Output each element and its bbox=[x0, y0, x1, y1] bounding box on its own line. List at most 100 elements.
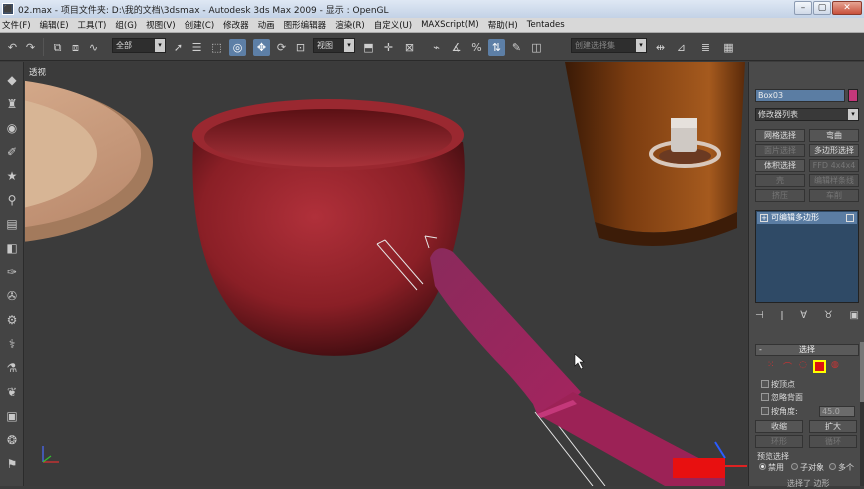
vertex-level-icon[interactable]: ⁙ bbox=[767, 360, 779, 372]
menu-rendering[interactable]: 渲染(R) bbox=[335, 19, 365, 31]
leaf-icon[interactable]: ❦ bbox=[3, 384, 21, 400]
link-icon[interactable]: ⚲ bbox=[3, 192, 21, 208]
menu-graph-editors[interactable]: 图形编辑器 bbox=[284, 19, 327, 31]
grow-button[interactable]: 扩大 bbox=[809, 420, 857, 433]
menu-customize[interactable]: 自定义(U) bbox=[374, 19, 412, 31]
stack-item-editable-poly[interactable]: + 可编辑多边形 bbox=[757, 212, 857, 224]
expand-icon[interactable]: + bbox=[760, 214, 768, 222]
menu-tentades[interactable]: Tentades bbox=[527, 20, 565, 30]
select-and-rotate-icon[interactable]: ⟳ bbox=[273, 39, 290, 56]
remove-modifier-icon[interactable]: ♉ bbox=[824, 310, 833, 326]
menu-animation[interactable]: 动画 bbox=[258, 19, 275, 31]
collapse-icon[interactable]: - bbox=[759, 345, 762, 355]
bucket-icon[interactable]: ♜ bbox=[3, 96, 21, 112]
bind-space-warp-icon[interactable]: ∿ bbox=[85, 39, 102, 56]
viewport-label[interactable]: 透视 bbox=[29, 66, 46, 78]
loop-button[interactable]: 循环 bbox=[809, 435, 857, 448]
ignore-backfacing-checkbox[interactable] bbox=[761, 393, 769, 401]
vol-select-button[interactable]: 体积选择 bbox=[755, 159, 805, 172]
curve-editor-icon[interactable]: ▦ bbox=[720, 39, 737, 56]
unlink-icon[interactable]: ⧈ bbox=[67, 39, 84, 56]
selection-filter-dropdown[interactable]: 全部 ▾ bbox=[112, 38, 166, 53]
preview-off-radio[interactable] bbox=[759, 463, 766, 470]
flask-icon[interactable]: ⚗ bbox=[3, 360, 21, 376]
bend-button[interactable]: 弯曲 bbox=[809, 129, 859, 142]
tag-icon[interactable]: ✑ bbox=[3, 264, 21, 280]
brush-icon[interactable]: ✐ bbox=[3, 144, 21, 160]
needle-icon[interactable]: ⚕ bbox=[3, 336, 21, 352]
make-unique-icon[interactable]: ∀ bbox=[800, 310, 807, 326]
menu-help[interactable]: 帮助(H) bbox=[488, 19, 518, 31]
gear-icon[interactable]: ⚙ bbox=[3, 312, 21, 328]
edit-named-selection-icon[interactable]: ✎ bbox=[508, 39, 525, 56]
shape-icon[interactable]: ◆ bbox=[3, 72, 21, 88]
preview-multi-radio[interactable] bbox=[829, 463, 836, 470]
selection-rollout-header[interactable]: - 选择 bbox=[755, 344, 859, 356]
close-button[interactable]: ✕ bbox=[832, 1, 862, 15]
menu-tools[interactable]: 工具(T) bbox=[78, 19, 107, 31]
select-and-move-icon[interactable]: ✥ bbox=[253, 39, 270, 56]
pin-stack-icon[interactable]: ⊣ bbox=[755, 310, 764, 326]
snaps-toggle-icon[interactable]: ⌁ bbox=[428, 39, 445, 56]
wrench-icon[interactable]: ✇ bbox=[3, 288, 21, 304]
edge-level-icon[interactable]: ⌒ bbox=[783, 360, 795, 373]
grid-icon[interactable]: ▤ bbox=[3, 216, 21, 232]
lathe-button[interactable]: 车削 bbox=[809, 189, 859, 202]
undo-icon[interactable]: ↶ bbox=[4, 39, 21, 56]
by-angle-checkbox[interactable] bbox=[761, 407, 769, 415]
select-object-icon[interactable]: ➚ bbox=[170, 39, 187, 56]
menu-edit[interactable]: 编辑(E) bbox=[40, 19, 69, 31]
align-icon[interactable]: ⊿ bbox=[673, 39, 690, 56]
ring-button[interactable]: 环形 bbox=[755, 435, 803, 448]
select-manipulate-icon[interactable]: ✛ bbox=[380, 39, 397, 56]
cube-icon[interactable]: ▣ bbox=[3, 408, 21, 424]
reference-coordinate-dropdown[interactable]: 视图 ▾ bbox=[313, 38, 355, 53]
cup-object[interactable] bbox=[565, 62, 745, 246]
percent-snap-icon[interactable]: % bbox=[468, 39, 485, 56]
select-and-link-icon[interactable]: ⧉ bbox=[49, 39, 66, 56]
menu-maxscript[interactable]: MAXScript(M) bbox=[421, 20, 479, 30]
object-color-swatch[interactable] bbox=[848, 89, 858, 102]
tube-icon[interactable]: ◧ bbox=[3, 240, 21, 256]
poly-select-button[interactable]: 多边形选择 bbox=[809, 144, 859, 157]
border-level-icon[interactable]: ◌ bbox=[799, 360, 811, 372]
patch-select-button[interactable]: 面片选择 bbox=[755, 144, 805, 157]
menu-file[interactable]: 文件(F) bbox=[2, 19, 31, 31]
pivot-center-icon[interactable]: ⬒ bbox=[360, 39, 377, 56]
angle-spinner[interactable]: 45.0 bbox=[819, 406, 855, 417]
layer-manager-icon[interactable]: ≣ bbox=[697, 39, 714, 56]
select-and-scale-icon[interactable]: ⊡ bbox=[292, 39, 309, 56]
minimize-button[interactable]: – bbox=[794, 1, 812, 15]
select-by-name-icon[interactable]: ☰ bbox=[188, 39, 205, 56]
mirror-tool-icon[interactable]: ⇹ bbox=[652, 39, 669, 56]
plate-object[interactable] bbox=[25, 78, 153, 244]
ffd-button[interactable]: FFD 4x4x4 bbox=[809, 159, 859, 172]
globe-icon[interactable]: ◉ bbox=[3, 120, 21, 136]
checkbox-icon[interactable] bbox=[846, 214, 854, 222]
angle-snap-icon[interactable]: ∡ bbox=[448, 39, 465, 56]
preview-subobject-radio[interactable] bbox=[791, 463, 798, 470]
pin-icon[interactable]: ⚑ bbox=[3, 456, 21, 472]
menu-modifiers[interactable]: 修改器 bbox=[223, 19, 249, 31]
object-name-field[interactable]: Box03 bbox=[755, 89, 845, 102]
named-selection-dropdown[interactable]: 创建选择集 ▾ bbox=[571, 38, 647, 53]
menu-views[interactable]: 视图(V) bbox=[146, 19, 175, 31]
rectangular-selection-icon[interactable]: ⬚ bbox=[208, 39, 225, 56]
show-end-result-icon[interactable]: ǀ bbox=[780, 310, 783, 326]
extrude-button[interactable]: 挤压 bbox=[755, 189, 805, 202]
edit-spline-button[interactable]: 编辑样条线 bbox=[809, 174, 859, 187]
modifier-stack[interactable]: + 可编辑多边形 bbox=[755, 210, 859, 303]
mesh-select-button[interactable]: 网格选择 bbox=[755, 129, 805, 142]
star-icon[interactable]: ★ bbox=[3, 168, 21, 184]
mirror-icon[interactable]: ◫ bbox=[528, 39, 545, 56]
snail-icon[interactable]: ❂ bbox=[3, 432, 21, 448]
command-panel-scrollbar[interactable] bbox=[860, 342, 864, 486]
element-level-icon[interactable]: ◍ bbox=[831, 360, 843, 372]
by-vertex-checkbox[interactable] bbox=[761, 380, 769, 388]
spinner-snap-icon[interactable]: ⇅ bbox=[488, 39, 505, 56]
menu-create[interactable]: 创建(C) bbox=[185, 19, 215, 31]
polygon-level-icon[interactable] bbox=[813, 360, 826, 373]
window-crossing-icon[interactable]: ◎ bbox=[229, 39, 246, 56]
redo-icon[interactable]: ↷ bbox=[22, 39, 39, 56]
modifier-list-dropdown[interactable]: 修改器列表 ▾ bbox=[755, 108, 859, 121]
